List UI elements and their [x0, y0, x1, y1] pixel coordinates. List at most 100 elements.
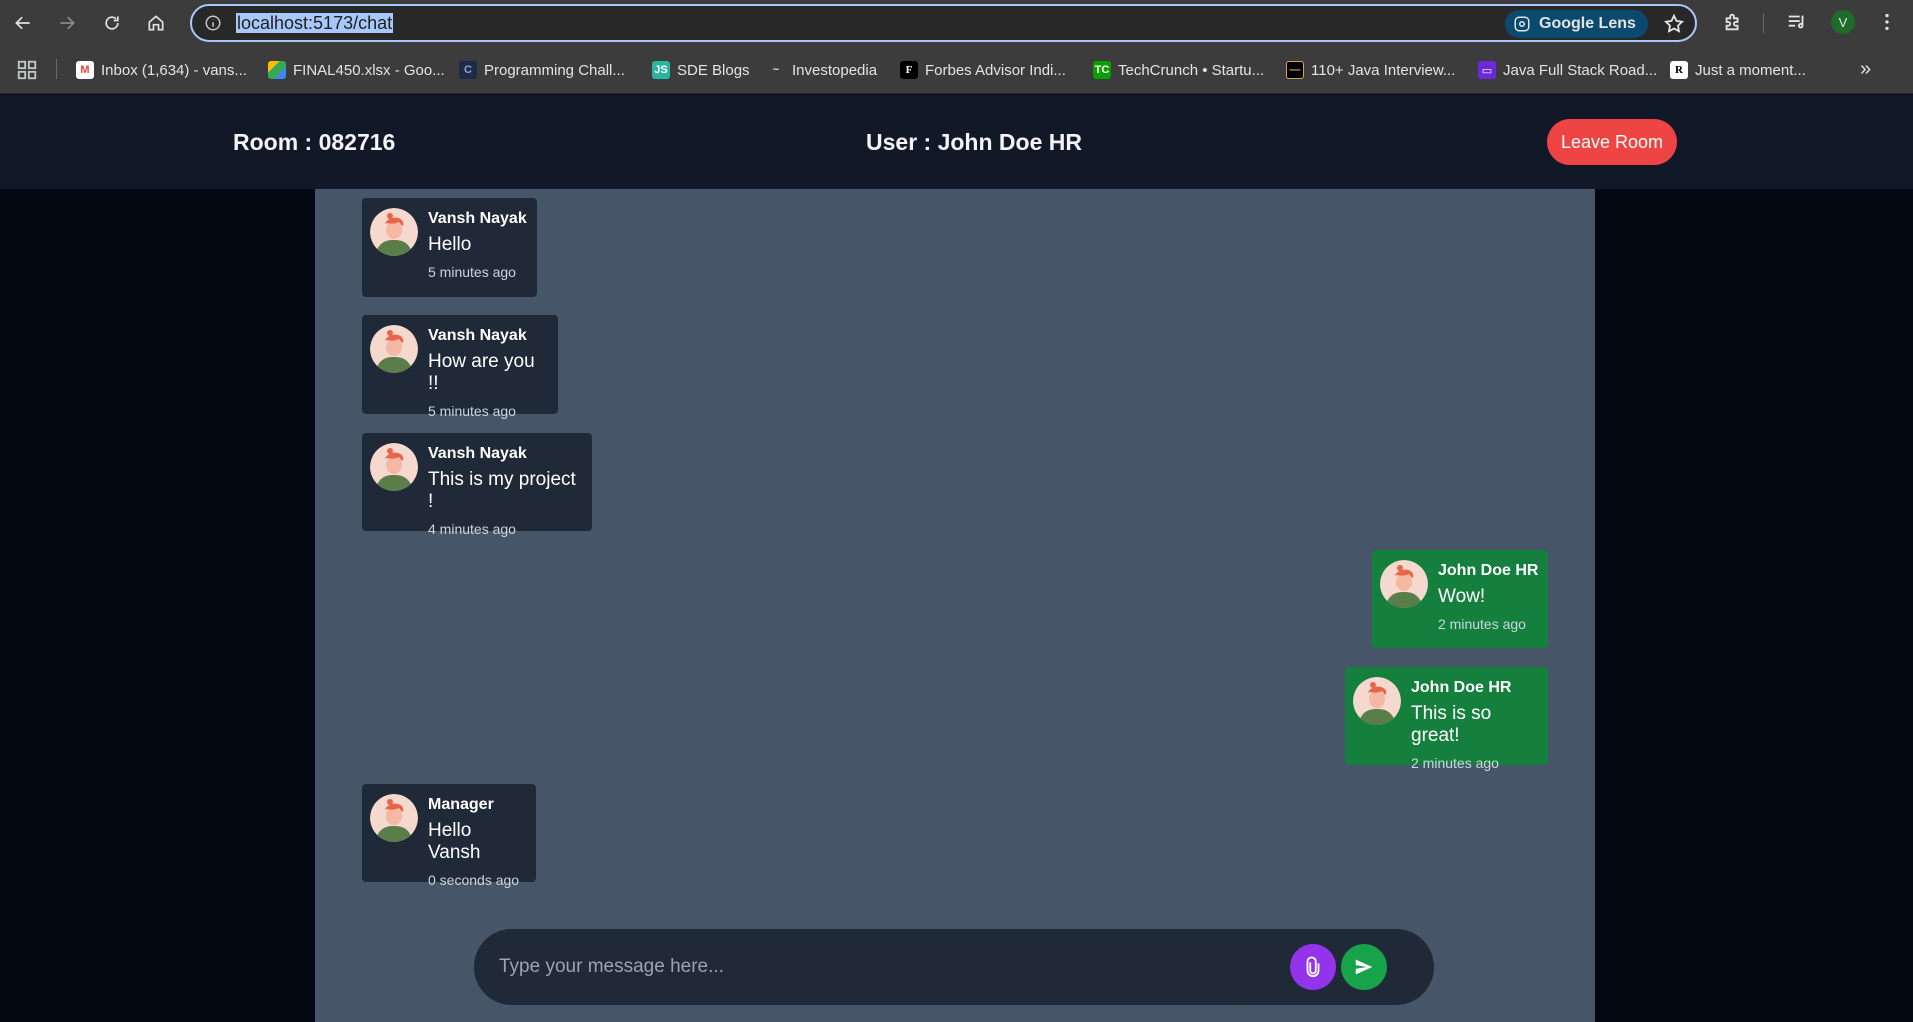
investopedia-icon: ~: [772, 64, 780, 76]
message-body: John Doe HR This is so great! 2 minutes …: [1411, 677, 1540, 771]
message-body: Vansh Nayak Hello 5 minutes ago: [428, 208, 527, 287]
bookmark-label: Just a moment...: [1695, 61, 1806, 79]
bookmark-drive[interactable]: FINAL450.xlsx - Goo...: [268, 58, 445, 82]
message-time: 0 seconds ago: [428, 872, 520, 888]
apps-grid-icon[interactable]: [16, 59, 38, 81]
bookmark-gmail[interactable]: M Inbox (1,634) - vans...: [76, 58, 247, 82]
message-sender: John Doe HR: [1438, 562, 1539, 579]
message-item-own: John Doe HR Wow! 2 minutes ago: [1372, 550, 1548, 648]
forward-button[interactable]: [52, 8, 82, 38]
media-button[interactable]: [1784, 9, 1810, 35]
sde-icon: JS: [652, 61, 670, 79]
message-text: Hello Vansh: [428, 820, 481, 863]
arrow-left-icon: [15, 16, 30, 30]
message-composer: [474, 929, 1434, 1005]
message-sender: Vansh Nayak: [428, 210, 527, 227]
bookmark-label: Inbox (1,634) - vans...: [101, 61, 247, 79]
lens-icon: [1514, 16, 1530, 32]
menu-button[interactable]: [1874, 9, 1900, 35]
message-body: John Doe HR Wow! 2 minutes ago: [1438, 560, 1538, 638]
avatar: [370, 794, 418, 842]
reload-icon: [105, 16, 119, 30]
message-text: Hello: [428, 234, 472, 255]
bookmark-label: Java Full Stack Road...: [1503, 61, 1658, 79]
back-button[interactable]: [8, 8, 38, 38]
profile-avatar[interactable]: V: [1831, 10, 1855, 34]
bookmark-investopedia[interactable]: ~ Investopedia: [767, 58, 877, 82]
bookmark-techcrunch[interactable]: TC TechCrunch • Startu...: [1093, 58, 1264, 82]
bookmark-java-roadmap[interactable]: ▭ Java Full Stack Road...: [1478, 58, 1657, 82]
reload-button[interactable]: [97, 8, 127, 38]
home-button[interactable]: [141, 8, 171, 38]
url-text[interactable]: localhost:5173/chat: [236, 13, 394, 33]
message-item: Vansh Nayak This is my project ! 4 minut…: [362, 433, 592, 537]
message-sender: John Doe HR: [1411, 679, 1512, 696]
message-sender: Vansh Nayak: [428, 327, 527, 344]
message-input[interactable]: [474, 929, 1272, 1005]
message-item-own: John Doe HR This is so great! 2 minutes …: [1345, 667, 1548, 771]
forbes-icon: F: [900, 61, 918, 79]
message-body: Vansh Nayak This is my project ! 4 minut…: [428, 443, 584, 537]
bookmark-label: Programming Chall...: [484, 61, 625, 79]
bookmark-label: TechCrunch • Startu...: [1118, 61, 1265, 79]
home-icon: [148, 15, 164, 31]
google-lens-button[interactable]: Google Lens: [1505, 10, 1648, 38]
bookmark-star-icon[interactable]: [1663, 13, 1685, 35]
avatar: [370, 208, 418, 256]
techcrunch-icon: TC: [1093, 61, 1111, 79]
room-id: Room : 082716: [233, 129, 396, 155]
address-bar[interactable]: localhost:5173/chat Google Lens: [190, 4, 1697, 42]
extensions-button[interactable]: [1720, 9, 1746, 35]
bookmark-java-interview[interactable]: — 110+ Java Interview...: [1286, 58, 1455, 82]
leave-room-button[interactable]: Leave Room: [1547, 119, 1677, 165]
message-time: 4 minutes ago: [428, 521, 516, 537]
message-body: Manager Hello Vansh 0 seconds ago: [428, 794, 528, 888]
toolbar-divider: [1763, 13, 1764, 33]
codechef-icon: C: [459, 61, 477, 79]
attach-button[interactable]: [1290, 944, 1336, 990]
bookmark-label: Forbes Advisor Indi...: [925, 61, 1066, 79]
paperclip-icon: [1306, 956, 1320, 977]
researchgate-icon: R: [1670, 61, 1688, 79]
message-text: This is so great!: [1411, 703, 1492, 746]
gmail-icon: M: [76, 61, 94, 79]
arrow-right-icon: [60, 16, 75, 30]
bookmark-codechef[interactable]: C Programming Chall...: [459, 58, 625, 82]
message-sender: Manager: [428, 796, 494, 813]
send-button[interactable]: [1341, 944, 1387, 990]
message-time: 2 minutes ago: [1411, 755, 1499, 771]
chat-header: Room : 082716 User : John Doe HR Leave R…: [0, 95, 1913, 189]
bookmarks-divider: [56, 59, 57, 79]
message-list[interactable]: Vansh Nayak Hello 5 minutes ago Vansh Na…: [315, 189, 1595, 1022]
send-icon: [1355, 959, 1373, 975]
message-item: Vansh Nayak How are you !! 5 minutes ago: [362, 315, 558, 419]
message-text: This is my project !: [428, 469, 576, 512]
bookmark-label: Investopedia: [792, 61, 878, 79]
bookmark-label: SDE Blogs: [677, 61, 750, 79]
chevron-double-right-icon[interactable]: »: [1860, 58, 1871, 81]
java-icon: —: [1286, 61, 1304, 79]
playlist-icon: [1788, 15, 1804, 29]
avatar: [370, 325, 418, 373]
lens-label: Google Lens: [1539, 15, 1636, 32]
roadmap-icon: ▭: [1478, 61, 1496, 79]
bookmark-researchgate[interactable]: R Just a moment...: [1670, 58, 1806, 82]
message-item: Manager Hello Vansh 0 seconds ago: [362, 784, 536, 888]
avatar: [1353, 677, 1401, 725]
browser-toolbar: localhost:5173/chat Google Lens V: [0, 0, 1913, 46]
bookmark-label: 110+ Java Interview...: [1311, 61, 1456, 79]
message-text: Wow!: [1438, 586, 1486, 607]
avatar: [1380, 560, 1428, 608]
bookmark-label: FINAL450.xlsx - Goo...: [293, 61, 445, 79]
message-item: Vansh Nayak Hello 5 minutes ago: [362, 198, 537, 297]
message-sender: Vansh Nayak: [428, 445, 527, 462]
avatar: [370, 443, 418, 491]
message-text: How are you !!: [428, 351, 535, 394]
puzzle-icon: [1725, 13, 1739, 31]
bookmark-forbes[interactable]: F Forbes Advisor Indi...: [900, 58, 1066, 82]
kebab-menu-icon: [1885, 13, 1889, 31]
info-icon[interactable]: [204, 14, 222, 32]
message-time: 5 minutes ago: [428, 264, 516, 280]
bookmarks-bar: M Inbox (1,634) - vans... FINAL450.xlsx …: [0, 46, 1913, 94]
bookmark-sde-blogs[interactable]: JS SDE Blogs: [652, 58, 750, 82]
